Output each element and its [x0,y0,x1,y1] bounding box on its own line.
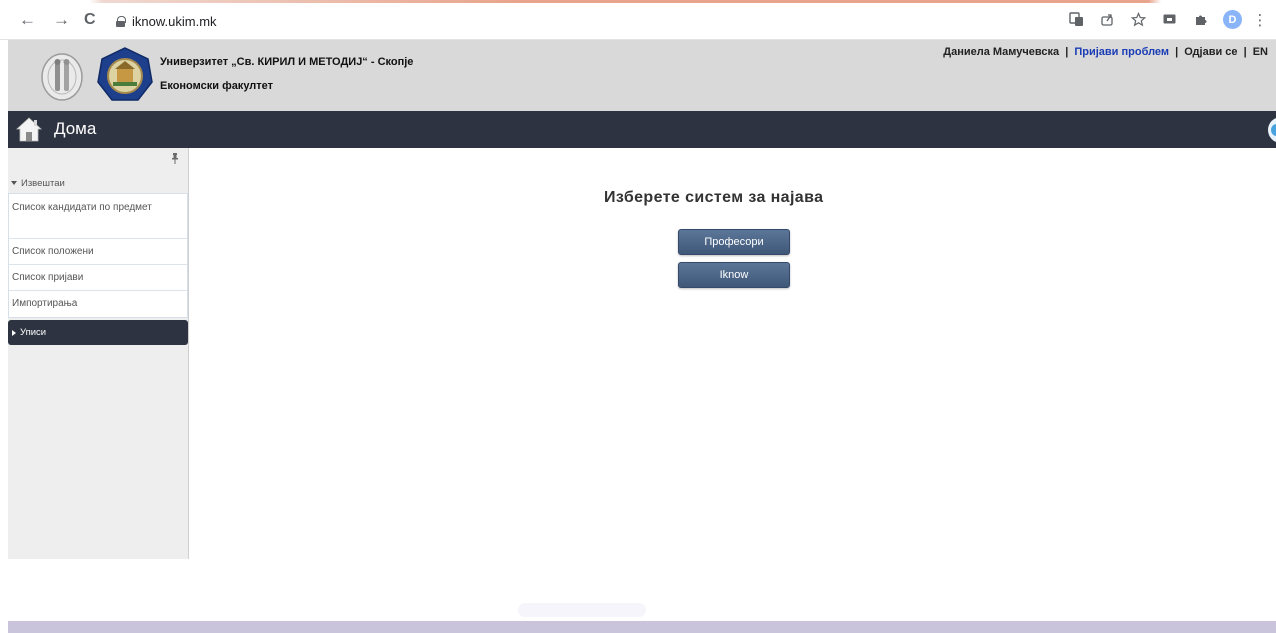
sidebar-item-imports[interactable]: Импортирања [9,291,187,317]
report-problem-link[interactable]: Пријави проблем [1074,46,1169,58]
home-bar: Дома [8,111,1276,148]
reports-menu: Список кандидати по предмет Список полож… [8,193,188,318]
faculty-logo [97,47,153,101]
logout-link[interactable]: Одјави се [1184,46,1237,58]
page-title: Изберете систем за најава [604,189,824,206]
enrollments-section-header[interactable]: Уписи [8,320,188,345]
url-text[interactable]: iknow.ukim.mk [132,14,217,29]
enrollments-section-label: Уписи [20,327,47,338]
translate-icon[interactable] [1068,11,1085,28]
expanded-arrow-icon [11,181,17,185]
page-footer [8,621,1276,633]
browser-tab-strip-edge [0,0,1276,3]
separator: | [1175,46,1179,58]
reports-section-header[interactable]: Извештаи [8,174,188,192]
share-icon[interactable] [1099,11,1116,28]
sidebar-item-applications-list[interactable]: Список пријави [9,265,187,291]
user-bar: Даниела Мамучевска | Пријави проблем | О… [943,46,1268,58]
back-button[interactable]: ← [19,11,36,28]
university-name: Универзитет „Св. КИРИЛ И МЕТОДИЈ“ - Скоп… [160,56,414,68]
footer-highlight [518,603,646,617]
browser-toolbar: ← → C iknow.ukim.mk D ⋮ [0,0,1276,40]
address-bar[interactable]: iknow.ukim.mk [116,12,217,30]
sidebar: Извештаи Список кандидати по предмет Спи… [8,148,189,559]
pin-icon[interactable] [171,153,179,164]
puzzle-icon[interactable] [1192,11,1209,28]
language-link[interactable]: EN [1253,46,1268,58]
forward-button[interactable]: → [53,11,70,28]
separator: | [1065,46,1069,58]
site-header: Универзитет „Св. КИРИЛ И МЕТОДИЈ“ - Скоп… [8,40,1276,111]
profile-avatar[interactable]: D [1223,10,1242,29]
reports-section-label: Извештаи [21,177,65,189]
separator: | [1243,46,1247,58]
lock-icon [116,15,126,27]
faculty-name: Економски факултет [160,80,274,92]
help-icon[interactable] [1268,117,1276,143]
home-icon[interactable] [16,117,42,142]
cast-icon[interactable] [1161,11,1178,28]
home-link[interactable]: Дома [54,119,96,139]
reload-button[interactable]: C [84,12,96,28]
ukim-logo [41,53,83,101]
star-icon[interactable] [1130,11,1147,28]
collapsed-arrow-icon [12,329,16,336]
iknow-button[interactable]: Iknow [678,262,790,288]
browser-extension-area: D ⋮ [1068,10,1268,29]
browser-menu-icon[interactable]: ⋮ [1253,11,1268,29]
sidebar-item-passed-list[interactable]: Список положени [9,239,187,265]
professors-button[interactable]: Професори [678,229,790,255]
sidebar-item-candidates-by-subject[interactable]: Список кандидати по предмет [9,194,187,239]
user-name: Даниела Мамучевска [943,46,1060,58]
